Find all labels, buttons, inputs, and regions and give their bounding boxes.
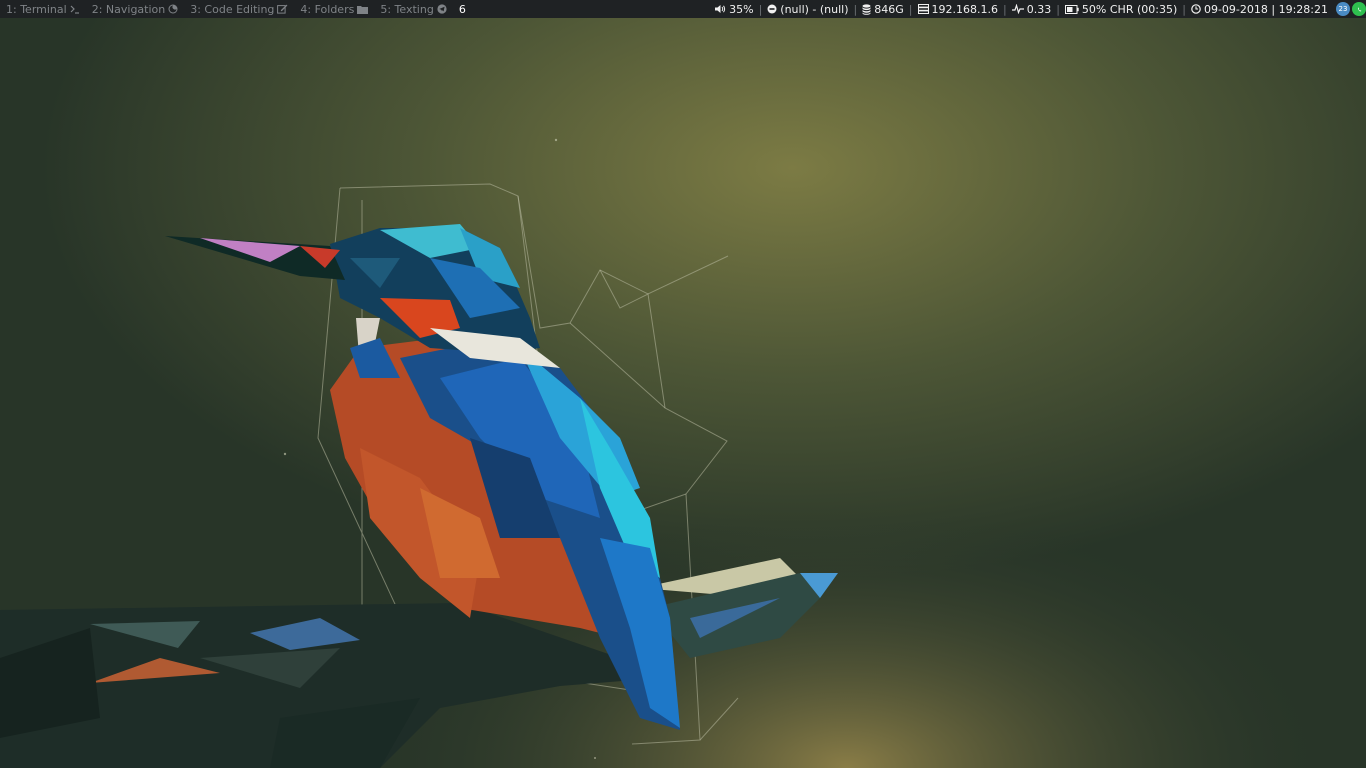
disk-block[interactable]: 846G bbox=[858, 0, 908, 18]
status-blocks: 35% | (null) - (null) | 846G | 192.168.1… bbox=[711, 0, 1366, 18]
workspace-label: 5: Texting bbox=[380, 2, 434, 16]
terminal-icon bbox=[70, 5, 80, 14]
workspace-label: 6 bbox=[458, 2, 466, 16]
server-icon bbox=[917, 4, 929, 14]
workspace-list: 1: Terminal 2: Navigation 3: Code Editin… bbox=[0, 0, 472, 18]
heartbeat-icon bbox=[1011, 4, 1024, 14]
whatsapp-icon[interactable] bbox=[1352, 2, 1366, 16]
workspace-label: 1: Terminal bbox=[6, 2, 67, 16]
speaker-icon bbox=[715, 4, 726, 14]
workspace-label: 3: Code Editing bbox=[190, 2, 275, 16]
kingfisher-wallpaper bbox=[0, 18, 1366, 768]
workspace-6[interactable]: 6 bbox=[453, 0, 472, 18]
volume-block[interactable]: 35% bbox=[711, 0, 757, 18]
media-block[interactable]: (null) - (null) bbox=[763, 0, 852, 18]
battery-block[interactable]: 50% CHR (00:35) bbox=[1061, 0, 1181, 18]
workspace-2[interactable]: 2: Navigation bbox=[86, 0, 185, 18]
music-icon bbox=[767, 4, 777, 14]
datetime-value: 09-09-2018 | 19:28:21 bbox=[1203, 2, 1328, 16]
workspace-label: 2: Navigation bbox=[91, 2, 166, 16]
workspace-1[interactable]: 1: Terminal bbox=[0, 0, 86, 18]
clock-block[interactable]: 09-09-2018 | 19:28:21 bbox=[1187, 0, 1332, 18]
workspace-3[interactable]: 3: Code Editing bbox=[184, 0, 294, 18]
load-value: 0.33 bbox=[1026, 2, 1052, 16]
battery-icon bbox=[1064, 4, 1079, 14]
status-bar: 1: Terminal 2: Navigation 3: Code Editin… bbox=[0, 0, 1366, 18]
workspace-4[interactable]: 4: Folders bbox=[294, 0, 374, 18]
battery-value: 50% CHR (00:35) bbox=[1081, 2, 1178, 16]
media-value: (null) - (null) bbox=[780, 2, 849, 16]
tray-badge: 23 bbox=[1338, 5, 1348, 13]
network-block[interactable]: 192.168.1.6 bbox=[914, 0, 1002, 18]
workspace-label: 4: Folders bbox=[300, 2, 355, 16]
folder-icon bbox=[357, 5, 369, 14]
edit-icon bbox=[277, 4, 288, 14]
database-icon bbox=[862, 3, 871, 15]
network-icon[interactable]: 23 bbox=[1336, 2, 1350, 16]
firefox-icon bbox=[168, 4, 178, 14]
system-tray: 23 bbox=[1332, 2, 1366, 16]
ip-value: 192.168.1.6 bbox=[931, 2, 998, 16]
workspace-5[interactable]: 5: Texting bbox=[374, 0, 452, 18]
telegram-icon bbox=[437, 4, 447, 14]
load-block[interactable]: 0.33 bbox=[1008, 0, 1056, 18]
volume-value: 35% bbox=[729, 2, 754, 16]
disk-value: 846G bbox=[874, 2, 904, 16]
clock-icon bbox=[1191, 4, 1201, 14]
